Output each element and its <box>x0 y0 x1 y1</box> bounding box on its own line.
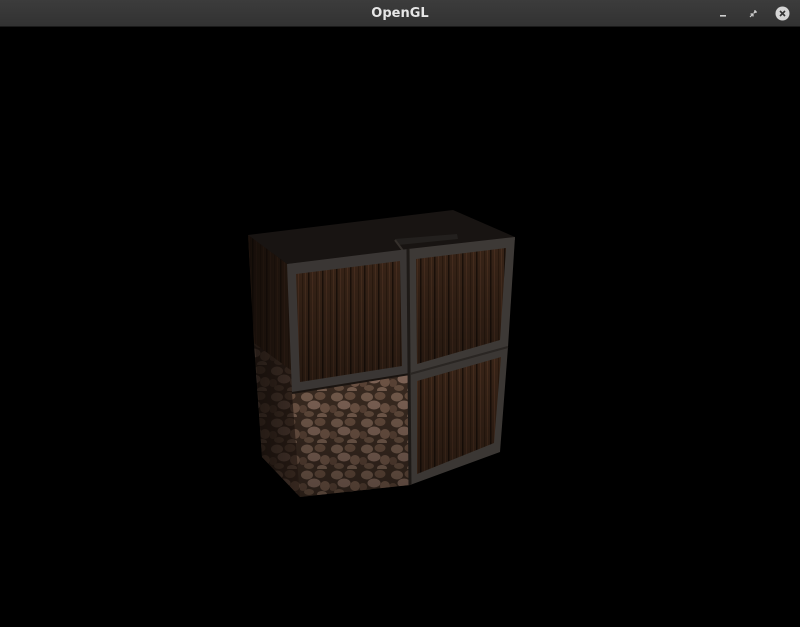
opengl-window: OpenGL <box>0 0 800 627</box>
3d-scene <box>248 210 515 497</box>
close-icon <box>775 6 790 21</box>
title-bar[interactable]: OpenGL <box>0 0 800 27</box>
stone-block-bottom-left <box>291 373 411 497</box>
wooden-crate-top-left <box>287 249 410 393</box>
minimize-icon <box>719 14 726 17</box>
render-viewport[interactable] <box>0 27 800 627</box>
minimize-button[interactable] <box>715 6 730 21</box>
restore-button[interactable] <box>745 6 760 21</box>
window-title: OpenGL <box>371 6 429 21</box>
vertical-seam <box>406 248 412 486</box>
restore-icon <box>749 9 757 17</box>
close-button[interactable] <box>775 6 790 21</box>
